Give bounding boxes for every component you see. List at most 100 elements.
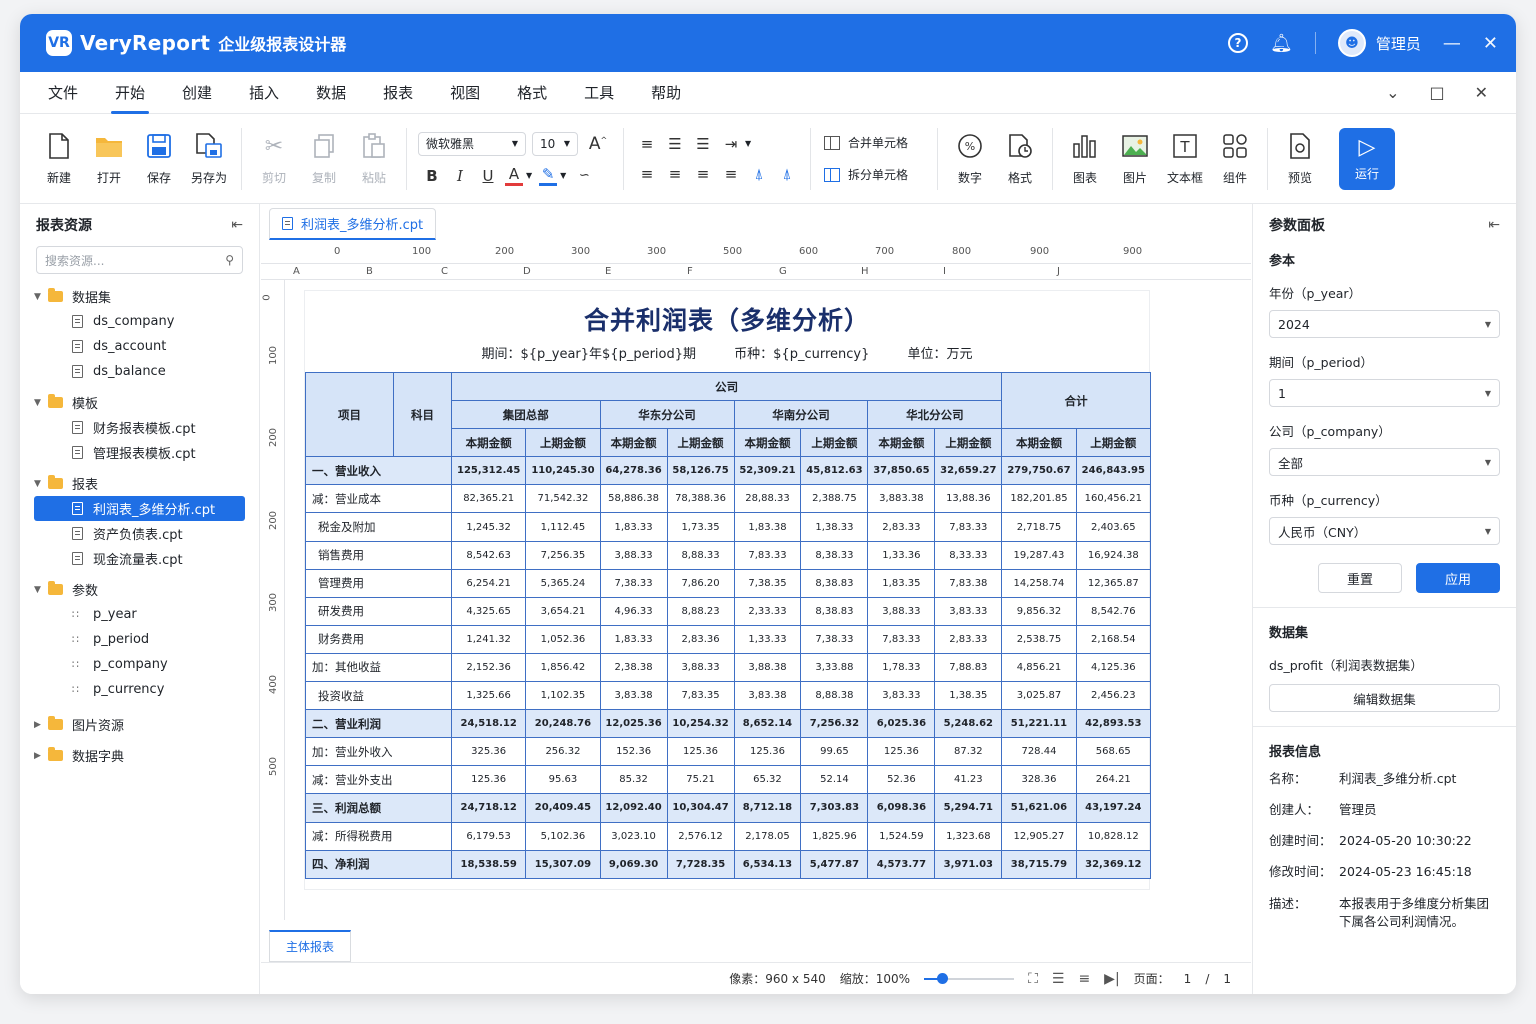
align-top-icon[interactable]: ≡ xyxy=(633,135,661,153)
split-cells-button[interactable]: 拆分单元格 xyxy=(824,161,924,189)
table-cell[interactable]: 7,38.35 xyxy=(733,568,802,598)
help-icon[interactable]: ? xyxy=(1228,33,1249,53)
table-cell[interactable]: 8,38.33 xyxy=(800,540,869,570)
period-select[interactable]: 1 ▼ xyxy=(1269,379,1500,407)
table-cell[interactable]: 9,069.30 xyxy=(599,849,668,879)
column-header[interactable]: J xyxy=(1057,266,1060,277)
report-subtitle[interactable]: 期间：${p_year}年${p_period}期 币种：${p_currenc… xyxy=(305,343,1149,362)
row-label[interactable]: 财务费用 xyxy=(305,624,452,654)
header-branch[interactable]: 华南分公司 xyxy=(733,400,869,430)
valign-bottom-icon[interactable]: ⍋ xyxy=(773,165,801,183)
table-cell[interactable]: 1,102.35 xyxy=(525,681,601,711)
align-center-icon[interactable]: ≡ xyxy=(661,165,689,183)
tree-item-report-profit[interactable]: 利润表_多维分析.cpt xyxy=(34,496,245,521)
table-cell[interactable]: 32,369.12 xyxy=(1075,849,1152,879)
align-right-icon[interactable]: ≡ xyxy=(689,165,717,183)
edit-dataset-button[interactable]: 编辑数据集 xyxy=(1269,684,1500,712)
table-cell[interactable]: 1,323.68 xyxy=(934,821,1003,851)
valign-middle-icon[interactable]: ⍋ xyxy=(745,165,773,183)
table-cell[interactable]: 65.32 xyxy=(733,765,802,795)
table-cell[interactable]: 82,365.21 xyxy=(450,484,527,514)
table-cell[interactable]: 2,83.33 xyxy=(867,512,936,542)
table-cell[interactable]: 20,248.76 xyxy=(525,709,601,739)
clear-format-icon[interactable]: ∽ xyxy=(570,168,598,183)
table-cell[interactable]: 43,197.24 xyxy=(1075,793,1152,823)
table-cell[interactable]: 125.36 xyxy=(450,765,527,795)
resource-search-input[interactable]: 搜索资源... ⚲ xyxy=(36,246,243,274)
column-header[interactable]: C xyxy=(441,266,448,277)
table-cell[interactable]: 78,388.36 xyxy=(666,484,735,514)
menu-view[interactable]: 视图 xyxy=(450,72,480,114)
header-previous-amount[interactable]: 上期金额 xyxy=(1075,428,1152,458)
component-button[interactable]: 组件 xyxy=(1210,124,1260,194)
paste-button[interactable]: 粘贴 xyxy=(349,124,399,194)
table-cell[interactable]: 45,812.63 xyxy=(800,456,869,486)
table-cell[interactable]: 1,78.33 xyxy=(867,652,936,683)
justify-icon[interactable]: ≡ xyxy=(717,165,745,183)
table-cell[interactable]: 7,256.35 xyxy=(525,540,601,570)
row-label[interactable]: 减：营业成本 xyxy=(305,484,452,514)
table-cell[interactable]: 41.23 xyxy=(934,765,1003,795)
table-cell[interactable]: 52,309.21 xyxy=(733,456,802,486)
table-cell[interactable]: 3,025.87 xyxy=(1001,681,1077,711)
table-cell[interactable]: 2,538.75 xyxy=(1001,624,1077,654)
table-cell[interactable]: 7,728.35 xyxy=(666,849,735,879)
tree-node-datasets[interactable]: ▼ 数据集 xyxy=(20,284,259,309)
table-cell[interactable]: 264.21 xyxy=(1075,765,1152,795)
table-cell[interactable]: 8,652.14 xyxy=(733,709,802,739)
table-cell[interactable]: 16,924.38 xyxy=(1075,540,1152,570)
table-cell[interactable]: 3,33.88 xyxy=(800,652,869,683)
last-page-icon[interactable]: ▶| xyxy=(1104,971,1119,987)
tree-item-report-cashflow[interactable]: 现金流量表.cpt xyxy=(20,546,259,571)
table-cell[interactable]: 51,221.11 xyxy=(1001,709,1077,739)
table-cell[interactable]: 5,248.62 xyxy=(934,709,1003,739)
table-cell[interactable]: 2,83.33 xyxy=(934,624,1003,654)
table-cell[interactable]: 4,325.65 xyxy=(450,596,527,626)
table-cell[interactable]: 3,88.33 xyxy=(666,652,735,683)
image-button[interactable]: 图片 xyxy=(1110,124,1160,194)
table-cell[interactable]: 325.36 xyxy=(450,737,527,767)
header-previous-amount[interactable]: 上期金额 xyxy=(525,428,601,458)
table-cell[interactable]: 3,83.38 xyxy=(733,681,802,711)
table-cell[interactable]: 5,102.36 xyxy=(525,821,601,851)
table-cell[interactable]: 8,88.23 xyxy=(666,596,735,626)
table-cell[interactable]: 2,403.65 xyxy=(1075,512,1152,542)
close-button[interactable]: ✕ xyxy=(1483,33,1498,54)
row-label[interactable]: 加：营业外收入 xyxy=(305,737,452,767)
table-cell[interactable]: 24,718.12 xyxy=(450,793,527,823)
menu-create[interactable]: 创建 xyxy=(182,72,212,114)
header-current-amount[interactable]: 本期金额 xyxy=(450,428,527,458)
table-cell[interactable]: 13,88.36 xyxy=(934,484,1003,514)
new-button[interactable]: 新建 xyxy=(34,124,84,194)
table-cell[interactable]: 1,524.59 xyxy=(867,821,936,851)
number-format-button[interactable]: % 数字 xyxy=(945,124,995,194)
table-cell[interactable]: 2,152.36 xyxy=(450,652,527,683)
column-header[interactable]: F xyxy=(687,266,693,277)
table-cell[interactable]: 7,86.20 xyxy=(666,568,735,598)
table-cell[interactable]: 38,715.79 xyxy=(1001,849,1077,879)
table-cell[interactable]: 125.36 xyxy=(733,737,802,767)
table-cell[interactable]: 51,621.06 xyxy=(1001,793,1077,823)
table-cell[interactable]: 9,856.32 xyxy=(1001,596,1077,626)
table-cell[interactable]: 8,542.76 xyxy=(1075,596,1152,626)
table-cell[interactable]: 2,388.75 xyxy=(800,484,869,514)
chevron-down-icon[interactable]: ▼ xyxy=(745,139,751,148)
table-cell[interactable]: 3,654.21 xyxy=(525,596,601,626)
italic-icon[interactable]: I xyxy=(446,167,474,185)
table-cell[interactable]: 58,886.38 xyxy=(599,484,668,514)
table-cell[interactable]: 1,38.33 xyxy=(800,512,869,542)
table-cell[interactable]: 85.32 xyxy=(599,765,668,795)
table-cell[interactable]: 8,88.33 xyxy=(666,540,735,570)
table-cell[interactable]: 2,83.36 xyxy=(666,624,735,654)
table-cell[interactable]: 6,179.53 xyxy=(450,821,527,851)
column-header[interactable]: D xyxy=(523,266,531,277)
company-select[interactable]: 全部 ▼ xyxy=(1269,448,1500,476)
table-cell[interactable]: 7,83.33 xyxy=(733,540,802,570)
table-cell[interactable]: 1,245.32 xyxy=(450,512,527,542)
copy-button[interactable]: 复制 xyxy=(299,124,349,194)
header-branch[interactable]: 集团总部 xyxy=(451,400,601,430)
table-cell[interactable]: 7,88.83 xyxy=(934,652,1003,683)
table-cell[interactable]: 7,256.32 xyxy=(800,709,869,739)
table-cell[interactable]: 12,905.27 xyxy=(1001,821,1077,851)
header-previous-amount[interactable]: 上期金额 xyxy=(934,428,1003,458)
